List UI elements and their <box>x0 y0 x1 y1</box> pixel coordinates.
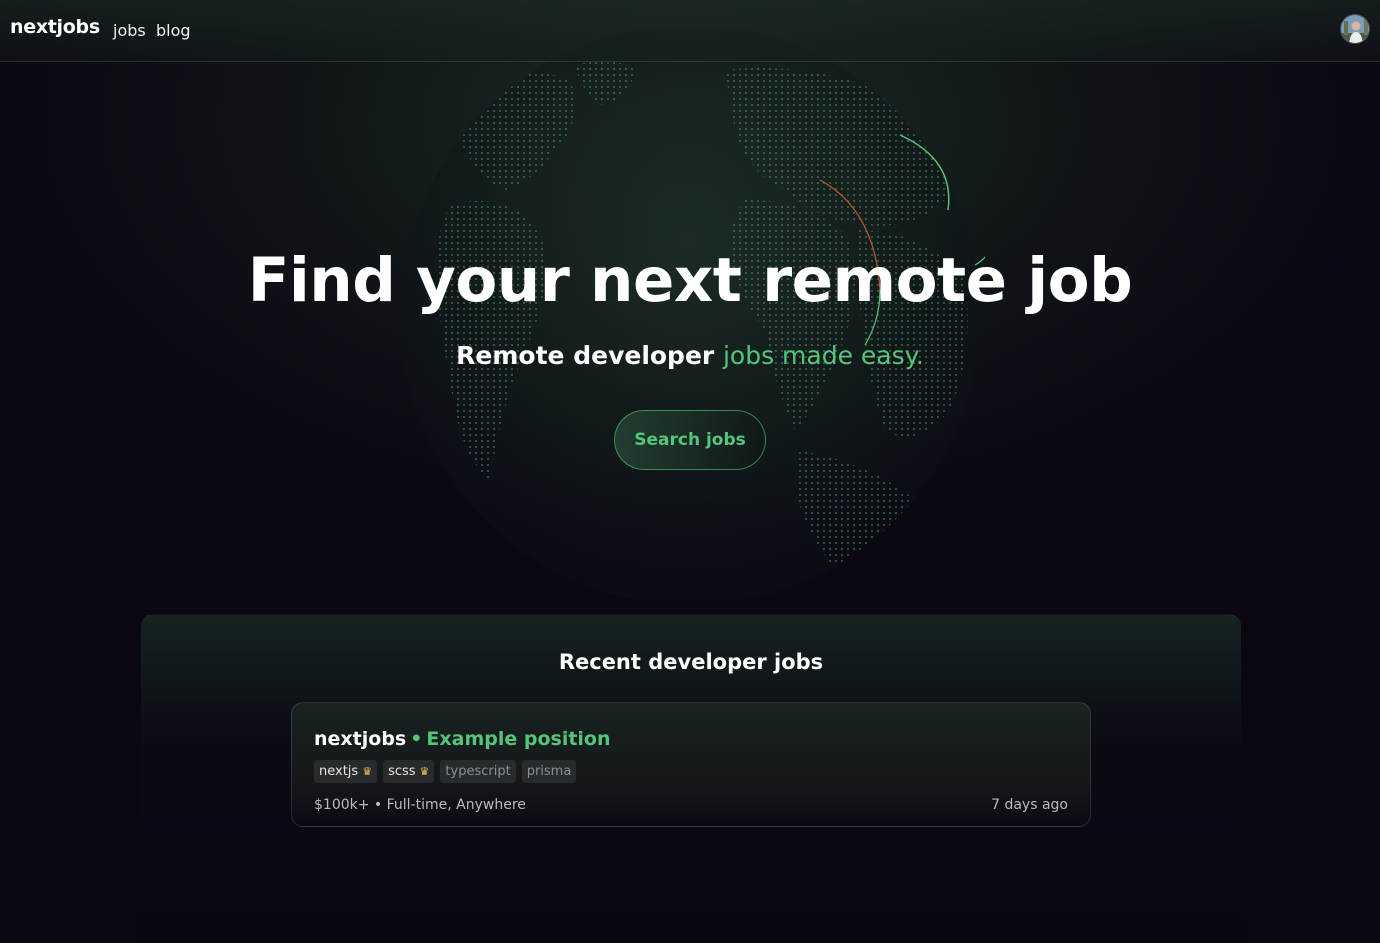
job-posted-age: 7 days ago <box>991 797 1068 813</box>
hero-subtitle-highlight: jobs made easy. <box>722 341 924 370</box>
job-tags: nextjs ♛ scss ♛ typescript prisma <box>314 760 577 783</box>
search-jobs-button[interactable]: Search jobs <box>614 410 766 470</box>
top-navbar: nextjobs jobs blog <box>0 0 1380 62</box>
hero-title: Find your next remote job <box>247 245 1133 316</box>
tag-scss: scss ♛ <box>383 760 435 783</box>
nav-link-blog[interactable]: blog <box>156 21 191 40</box>
job-separator: • <box>410 728 423 750</box>
tag-nextjs: nextjs ♛ <box>314 760 378 783</box>
site-logo[interactable]: nextjobs <box>10 16 100 38</box>
tag-label: scss <box>388 764 416 779</box>
hero-subtitle-part-1: Remote developer <box>456 341 723 370</box>
tag-label: typescript <box>445 764 511 779</box>
user-avatar[interactable] <box>1340 14 1370 44</box>
job-company: nextjobs <box>314 728 407 750</box>
recent-jobs-title: Recent developer jobs <box>558 650 824 674</box>
recent-jobs-section: Recent developer jobs nextjobs • Example p… <box>141 614 1241 943</box>
tag-label: prisma <box>526 764 572 779</box>
tag-label: nextjs <box>319 764 359 779</box>
hero-subtitle: Remote developer jobs made easy. <box>0 341 1380 370</box>
tag-prisma: prisma <box>521 760 577 783</box>
job-heading: nextjobs • Example position <box>314 728 611 750</box>
job-meta: $100k+ • Full-time, Anywhere <box>314 797 526 813</box>
job-card[interactable]: nextjobs • Example position nextjs ♛ scss … <box>291 702 1091 827</box>
job-position: Example position <box>426 728 611 750</box>
tag-typescript: typescript <box>440 760 516 783</box>
nav-link-jobs[interactable]: jobs <box>113 21 146 40</box>
page: nextjobs jobs blog Find your next remote… <box>0 0 1380 943</box>
crown-icon: ♛ <box>362 765 373 778</box>
avatar-image-icon <box>1341 15 1369 43</box>
crown-icon: ♛ <box>419 765 430 778</box>
